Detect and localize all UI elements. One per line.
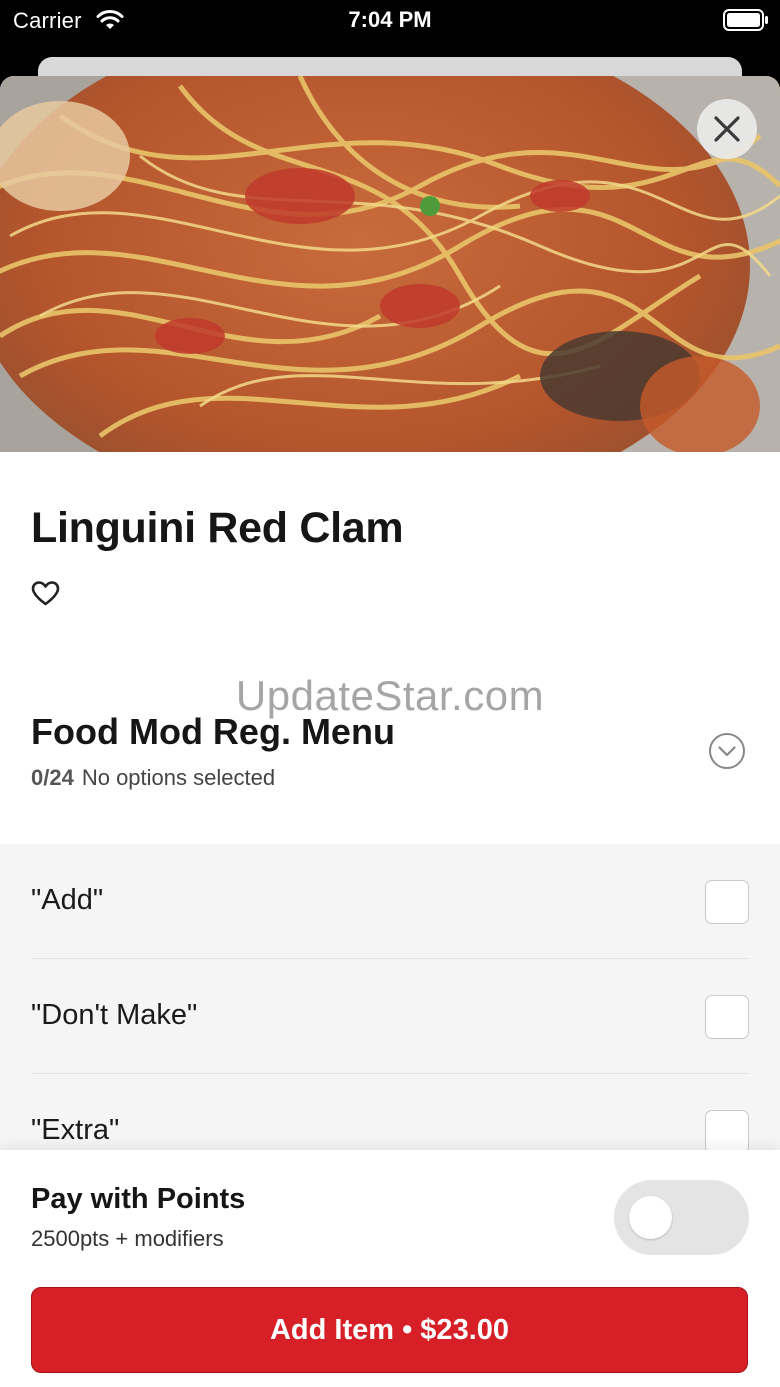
option-label: "Don't Make": [31, 999, 198, 1031]
option-checkbox[interactable]: [705, 995, 749, 1039]
option-row-add[interactable]: "Add": [31, 844, 749, 959]
item-detail-sheet: Linguini Red Clam UpdateStar.com Food Mo…: [0, 76, 780, 1387]
add-item-button[interactable]: Add Item • $23.00: [31, 1287, 748, 1373]
order-footer: Pay with Points 2500pts + modifiers Add …: [0, 1150, 780, 1387]
modifier-group-title: Food Mod Reg. Menu: [31, 711, 395, 752]
pay-with-points-toggle[interactable]: [614, 1180, 749, 1255]
chevron-down-icon[interactable]: [708, 732, 746, 770]
status-bar: Carrier 7:04 PM: [0, 0, 780, 44]
option-row-dont-make[interactable]: "Don't Make": [31, 959, 749, 1074]
modifier-group-status: 0/24 No options selected: [31, 765, 275, 791]
clock: 7:04 PM: [348, 7, 432, 32]
battery-icon: [723, 9, 768, 31]
option-checkbox[interactable]: [705, 1110, 749, 1154]
modifier-options-list: "Add" "Don't Make" "Extra": [0, 844, 780, 1164]
option-label: "Extra": [31, 1114, 120, 1146]
heart-icon[interactable]: [31, 580, 60, 607]
item-photo: [0, 76, 780, 452]
close-button[interactable]: [697, 99, 757, 159]
selection-count: 0/24: [31, 765, 74, 790]
item-title: Linguini Red Clam: [31, 504, 404, 552]
toggle-knob: [629, 1196, 672, 1239]
close-icon: [714, 116, 740, 142]
selection-status: No options selected: [81, 765, 276, 790]
pay-with-points-title: Pay with Points: [31, 1183, 246, 1215]
option-checkbox[interactable]: [705, 880, 749, 924]
pay-with-points-subtitle: 2500pts + modifiers: [31, 1226, 224, 1251]
option-label: "Add": [31, 884, 104, 916]
